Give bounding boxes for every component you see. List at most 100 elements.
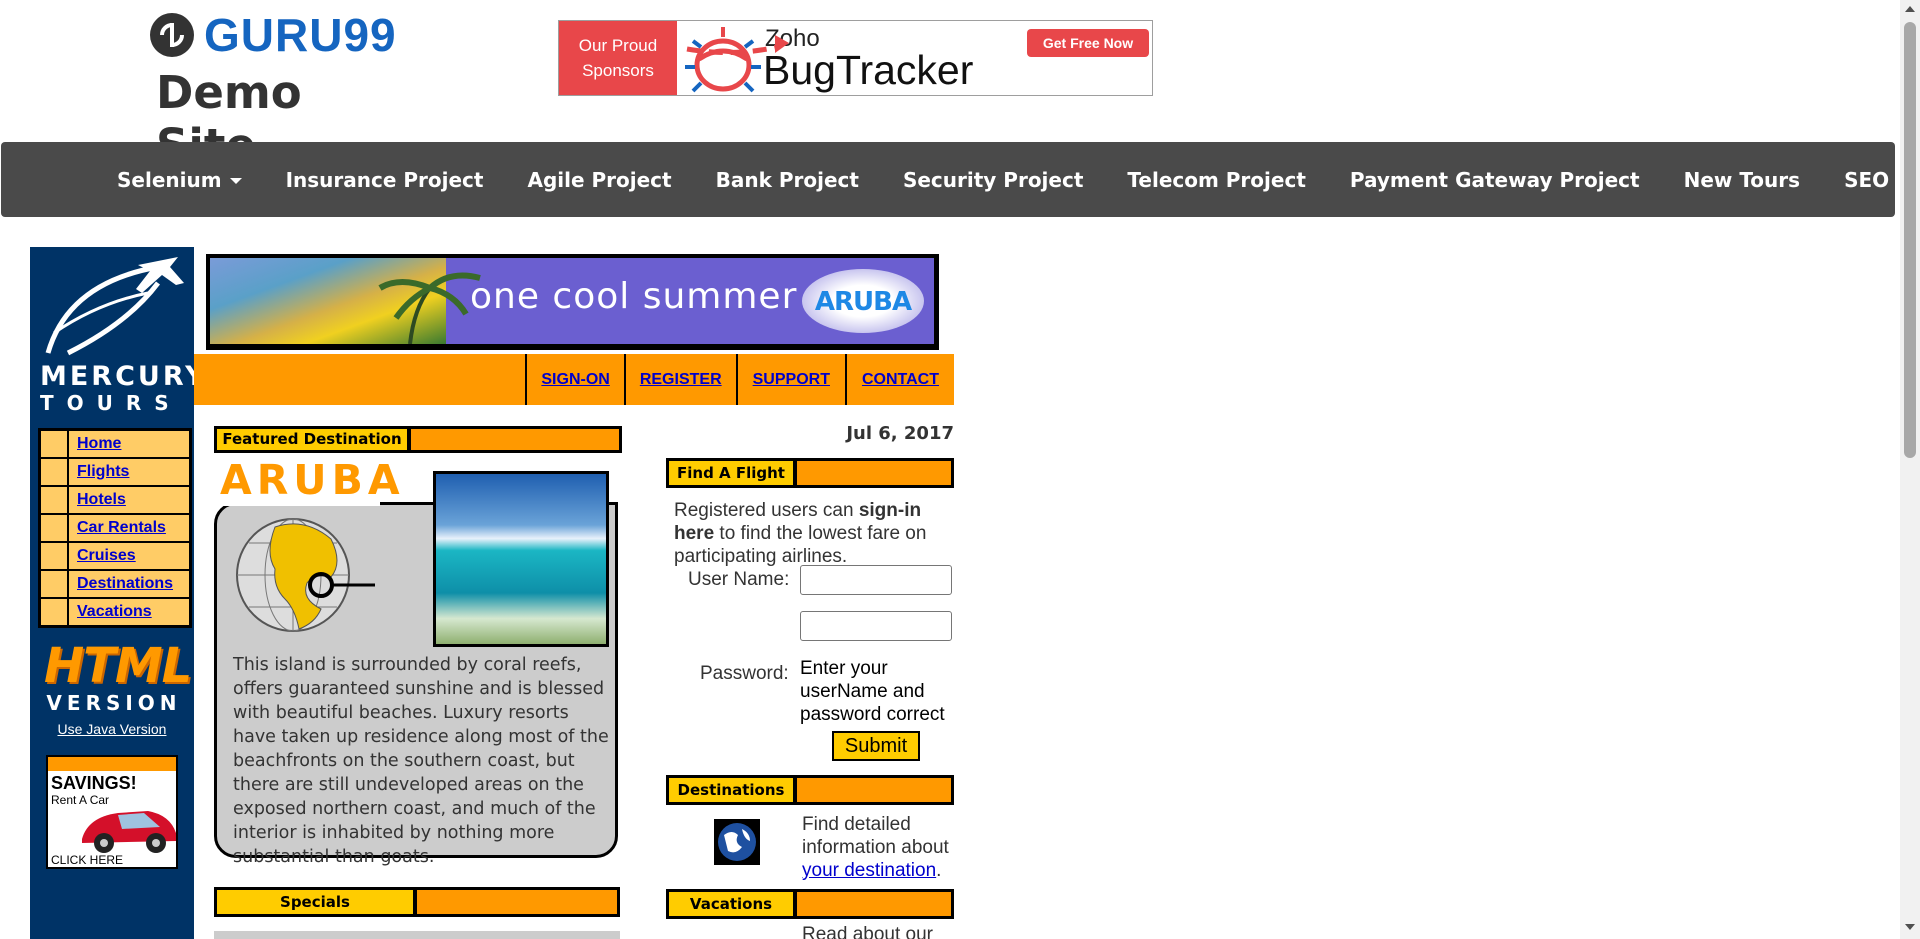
scroll-down-icon[interactable] (1905, 924, 1915, 930)
savings-title: SAVINGS! (51, 773, 137, 793)
html-version-logo: HTML VERSION (44, 638, 192, 715)
sponsor-label: Our Proud Sponsors (559, 21, 677, 95)
left-nav-item-car-rentals[interactable]: Car Rentals (41, 515, 189, 541)
nav-tab (41, 515, 67, 541)
username-label: User Name: (688, 569, 790, 590)
left-nav-item-flights[interactable]: Flights (41, 459, 189, 485)
sponsor-banner[interactable]: Our Proud Sponsors Zoho BugTracker Get F… (558, 20, 1153, 96)
nav-telecom-project[interactable]: Telecom Project (1105, 168, 1327, 192)
your-destination-link[interactable]: your destination (802, 860, 936, 881)
register-link[interactable]: REGISTER (623, 354, 736, 405)
tours-text: TOURS (40, 391, 182, 415)
specials-title: Specials (217, 890, 413, 914)
sign-on-link[interactable]: SIGN-ON (525, 354, 623, 405)
mercury-text: MERCURY (40, 361, 208, 392)
submit-button[interactable]: Submit (832, 731, 920, 761)
aruba-oval-logo: ARUBA (802, 269, 924, 333)
nav-tab (41, 431, 67, 457)
left-nav-link-car-rentals[interactable]: Car Rentals (69, 515, 189, 541)
get-free-now-button[interactable]: Get Free Now (1027, 29, 1149, 57)
left-nav-link-flights[interactable]: Flights (69, 459, 189, 485)
guru99-logo[interactable]: GURU99 Demo Site (148, 4, 408, 172)
specials-header-fill (417, 890, 617, 914)
login-hint: Enter your userName and password correct (800, 658, 945, 725)
left-nav-link-destinations[interactable]: Destinations (69, 571, 189, 597)
aruba-banner[interactable]: one cool summer ARUBA (206, 254, 939, 350)
find-flight-title: Find A Flight (669, 461, 793, 485)
banner-text: one cool summer (470, 276, 798, 317)
password-input[interactable] (800, 611, 952, 641)
nav-selenium-label: Selenium (117, 167, 222, 192)
contact-link[interactable]: CONTACT (844, 354, 954, 405)
left-column: MERCURY TOURS Home Flights Hotels Car Re… (30, 247, 205, 939)
featured-box: This island is surrounded by coral reefs… (214, 471, 618, 867)
nav-seo-label: SEO (1844, 167, 1890, 192)
nav-tab (41, 543, 67, 569)
savings-cta: CLICK HERE (51, 853, 124, 867)
vacations-header-fill (797, 892, 951, 916)
left-nav-item-destinations[interactable]: Destinations (41, 571, 189, 597)
main-nav: Selenium Insurance Project Agile Project… (1, 142, 1910, 217)
globe-icon (236, 518, 375, 632)
banner-inner: one cool summer ARUBA (210, 258, 934, 344)
support-link[interactable]: SUPPORT (735, 354, 845, 405)
page-scrollbar[interactable] (1900, 0, 1920, 939)
left-nav-item-hotels[interactable]: Hotels (41, 487, 189, 513)
airplane-icon (45, 257, 184, 356)
nav-bank-project[interactable]: Bank Project (694, 168, 881, 192)
mercury-tours-logo: MERCURY TOURS (38, 253, 205, 415)
vacations-title: Vacations (669, 892, 793, 916)
left-nav-link-vacations[interactable]: Vacations (69, 599, 189, 625)
left-nav: Home Flights Hotels Car Rentals Cruises … (38, 428, 192, 628)
savings-header-bar (48, 757, 176, 771)
caret-down-icon (229, 178, 242, 184)
java-version-link[interactable]: Use Java Version (30, 721, 194, 737)
current-date: Jul 6, 2017 (846, 423, 954, 444)
nav-security-project[interactable]: Security Project (881, 168, 1105, 192)
specials-row (214, 931, 620, 939)
destinations-title: Destinations (669, 778, 793, 802)
left-nav-item-vacations[interactable]: Vacations (41, 599, 189, 625)
nav-insurance-project[interactable]: Insurance Project (264, 168, 506, 192)
nav-tab (41, 599, 67, 625)
nav-agile-project[interactable]: Agile Project (505, 168, 693, 192)
scroll-up-icon[interactable] (1905, 6, 1915, 12)
nav-selenium[interactable]: Selenium (95, 168, 264, 192)
left-nav-link-cruises[interactable]: Cruises (69, 543, 189, 569)
dest-pre: Find detailed information about (802, 814, 949, 858)
html-text: HTML (44, 638, 192, 694)
registered-users-text: Registered users can sign-in here to fin… (674, 499, 954, 568)
brand-name: GURU99 (204, 9, 397, 61)
featured-header-fill (411, 429, 619, 450)
destinations-header: Destinations (666, 775, 954, 805)
sponsor-label-line2: Sponsors (582, 61, 654, 80)
left-nav-link-hotels[interactable]: Hotels (69, 487, 189, 513)
find-flight-header: Find A Flight (666, 458, 954, 488)
nav-payment-gateway-project[interactable]: Payment Gateway Project (1328, 168, 1662, 192)
sponsor-label-line1: Our Proud (578, 36, 658, 55)
featured-name: ARUBA (220, 456, 405, 506)
nav-tab (41, 459, 67, 485)
featured-title: Featured Destination (217, 429, 407, 450)
vacations-text: Read about our (802, 924, 933, 939)
version-text: VERSION (46, 691, 182, 715)
red-car-icon (82, 811, 176, 853)
left-nav-link-home[interactable]: Home (69, 431, 189, 457)
nav-new-tours[interactable]: New Tours (1662, 168, 1822, 192)
top-links-bar: SIGN-ON REGISTER SUPPORT CONTACT (194, 354, 954, 405)
username-input[interactable] (800, 565, 952, 595)
beach-photo (433, 471, 609, 647)
left-nav-item-cruises[interactable]: Cruises (41, 543, 189, 569)
left-nav-item-home[interactable]: Home (41, 431, 189, 457)
nav-tab (41, 487, 67, 513)
find-flight-header-fill (797, 461, 951, 485)
nav-tab (41, 571, 67, 597)
destinations-icon (714, 819, 760, 865)
vacations-header: Vacations (666, 889, 954, 919)
bugtracker-ad: Zoho BugTracker Get Free Now (677, 21, 1152, 95)
scrollbar-thumb[interactable] (1904, 22, 1916, 458)
destinations-text: Find detailed information about your des… (802, 813, 962, 882)
brand: GURU99 (148, 8, 397, 62)
savings-ad[interactable]: SAVINGS! Rent A Car CLICK HERE (46, 755, 178, 869)
specials-header: Specials (214, 887, 620, 917)
